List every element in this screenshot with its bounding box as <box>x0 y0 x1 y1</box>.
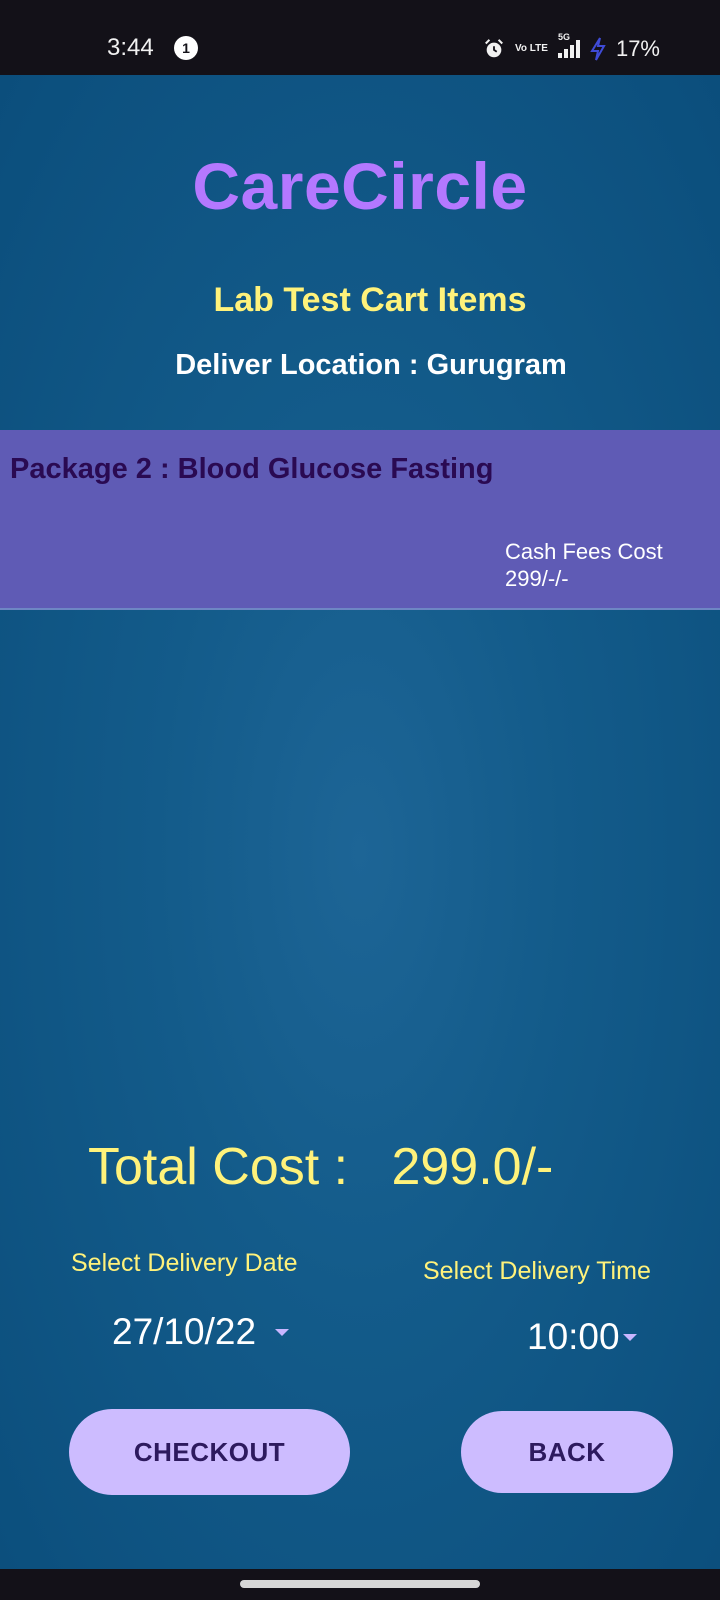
network-type-label: 5G <box>557 32 570 42</box>
signal-icon: 5G <box>557 32 580 58</box>
app-screen: CareCircle Lab Test Cart Items Deliver L… <box>0 75 720 1569</box>
app-title: CareCircle <box>192 149 528 223</box>
cart-list-item[interactable]: Package 2 : Blood Glucose Fasting Cash F… <box>0 430 720 610</box>
back-button[interactable]: BACK <box>461 1411 673 1493</box>
dropdown-arrow-icon <box>275 1329 289 1336</box>
gesture-nav-handle[interactable] <box>240 1580 480 1588</box>
cart-item-cost-value: 299/-/- <box>505 566 569 591</box>
dropdown-arrow-icon <box>623 1334 637 1341</box>
alarm-icon <box>485 39 503 58</box>
system-nav-bar <box>0 1569 720 1600</box>
checkout-button[interactable]: CHECKOUT <box>69 1409 350 1495</box>
delivery-date-picker[interactable]: 27/10/22 <box>112 1311 292 1361</box>
delivery-location: Deliver Location : Gurugram <box>175 349 567 381</box>
delivery-date-value: 27/10/22 <box>112 1311 257 1352</box>
cart-item-cost-label: Cash Fees Cost <box>505 539 663 564</box>
delivery-time-value: 10:00 <box>527 1316 620 1357</box>
charging-bolt-icon <box>590 37 606 61</box>
battery-percentage: 17% <box>615 36 660 61</box>
status-icons: Vo LTE 5G 17% <box>483 32 660 64</box>
status-bar: 3:44 1 Vo LTE 5G 17% <box>0 0 720 75</box>
notification-count-badge: 1 <box>174 36 198 60</box>
page-subtitle: Lab Test Cart Items <box>213 281 527 319</box>
cart-item-cost: Cash Fees Cost 299/-/- <box>505 538 705 592</box>
status-time: 3:44 <box>107 34 154 61</box>
delivery-time-label: Select Delivery Time <box>423 1257 651 1285</box>
delivery-time-picker[interactable]: 10:00 <box>527 1316 647 1366</box>
cart-item-name: Package 2 : Blood Glucose Fasting <box>10 453 494 485</box>
delivery-date-label: Select Delivery Date <box>71 1249 298 1277</box>
volte-icon: Vo LTE <box>514 43 548 54</box>
total-cost: Total Cost : 299.0/- <box>88 1138 554 1196</box>
